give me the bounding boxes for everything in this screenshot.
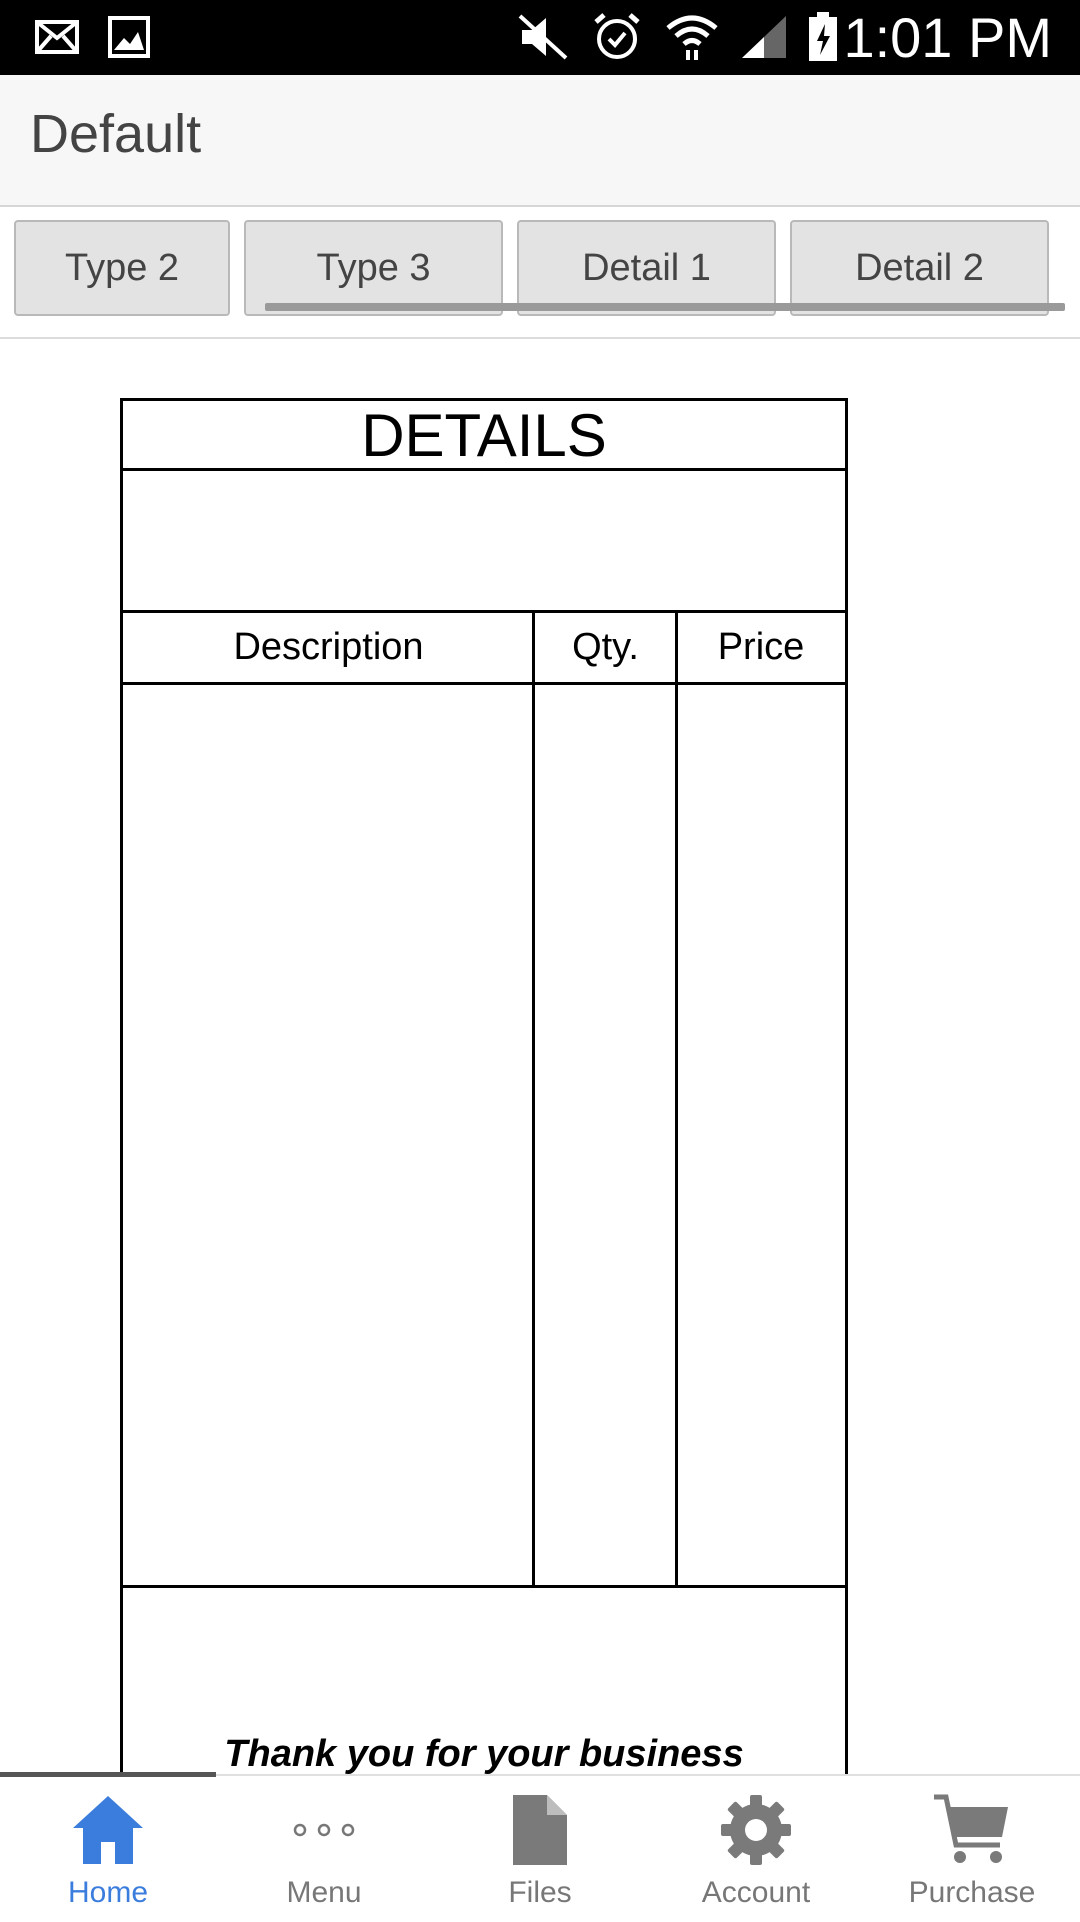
- document-title: DETAILS: [123, 401, 845, 471]
- column-header-qty: Qty.: [534, 613, 677, 685]
- tab-label: Detail 1: [582, 246, 711, 289]
- cart-icon: [932, 1790, 1012, 1870]
- app-bar: Default: [0, 75, 1080, 207]
- column-header-price: Price: [677, 613, 845, 685]
- mail-icon: [34, 12, 80, 62]
- nav-account[interactable]: Account: [648, 1776, 864, 1922]
- nav-purchase[interactable]: Purchase: [864, 1776, 1080, 1922]
- nav-label: Home: [67, 1876, 149, 1909]
- wifi-icon: [662, 12, 722, 62]
- file-icon: [509, 1790, 571, 1870]
- tab-detail-1[interactable]: Detail 1: [517, 220, 776, 316]
- tab-label: Type 3: [316, 246, 431, 289]
- status-time: 1:01 PM: [843, 6, 1052, 69]
- details-document: DETAILS Description Qty. Price Thank you…: [120, 398, 848, 1778]
- battery-icon: [806, 12, 840, 62]
- alarm-icon: [590, 12, 644, 62]
- image-icon: [106, 12, 152, 62]
- column-divider: [532, 613, 535, 1585]
- nav-label: Purchase: [908, 1876, 1036, 1909]
- tab-type-3[interactable]: Type 3: [244, 220, 503, 316]
- tab-label: Detail 2: [855, 246, 984, 289]
- signal-icon: [738, 12, 790, 62]
- status-bar: 1:01 PM: [0, 0, 1080, 75]
- more-icon: [292, 1790, 356, 1870]
- tab-type-2[interactable]: Type 2: [14, 220, 230, 316]
- column-divider: [675, 613, 678, 1585]
- tab-scroll-indicator[interactable]: [265, 303, 1065, 311]
- gear-icon: [719, 1790, 793, 1870]
- tab-detail-2[interactable]: Detail 2: [790, 220, 1049, 316]
- nav-label: Account: [701, 1876, 811, 1909]
- nav-home[interactable]: Home: [0, 1776, 216, 1922]
- mute-icon: [516, 12, 570, 62]
- items-table: Description Qty. Price: [123, 613, 845, 1588]
- nav-menu[interactable]: Menu: [216, 1776, 432, 1922]
- bottom-nav: Home Menu Files Account Purchase: [0, 1772, 1080, 1922]
- thank-you-message: Thank you for your business: [224, 1733, 744, 1775]
- nav-label: Menu: [286, 1876, 362, 1909]
- nav-files[interactable]: Files: [432, 1776, 648, 1922]
- column-header-description: Description: [123, 613, 534, 685]
- nav-label: Files: [508, 1876, 572, 1909]
- home-icon: [71, 1790, 145, 1870]
- page-title: Default: [30, 104, 202, 164]
- document-header-area: [123, 471, 845, 613]
- tab-label: Type 2: [64, 246, 180, 289]
- tab-strip: Type 2 Type 3 Detail 1 Detail 2: [0, 207, 1080, 339]
